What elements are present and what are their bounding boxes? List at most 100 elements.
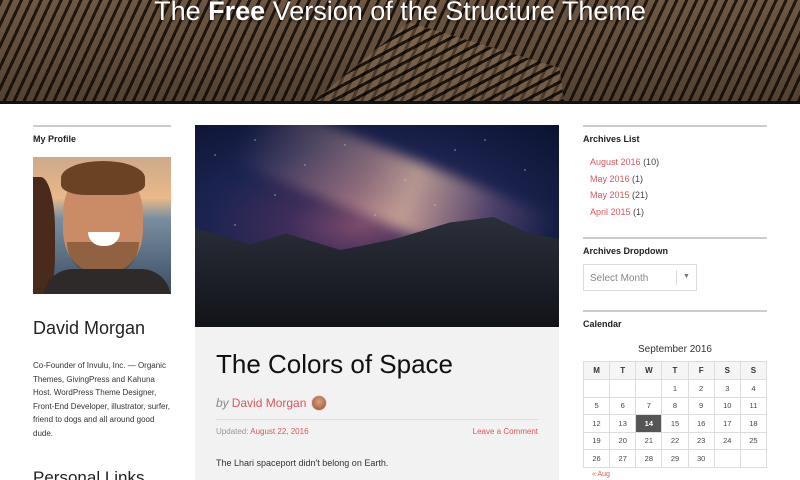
post-title[interactable]: The Colors of Space: [216, 349, 559, 380]
calendar-week-row: 26 27 28 29 30: [582, 449, 768, 468]
calendar-prev-link[interactable]: « Aug: [592, 471, 610, 478]
calendar-day: 29: [661, 449, 689, 468]
calendar-weekday-row: MTWTFSS: [582, 361, 768, 380]
updated-label: Updated:: [216, 427, 249, 436]
calendar-weekday: S: [739, 361, 768, 380]
calendar-day: 13: [609, 414, 637, 433]
site-title-bold: Free: [208, 0, 266, 26]
list-item: April 2015 (1): [590, 204, 767, 221]
calendar-day: 19: [582, 431, 611, 450]
calendar-day: 27: [609, 449, 637, 468]
profile-bio: Co-Founder of Invulu, Inc. — Organic The…: [33, 361, 170, 438]
right-sidebar: Archives List August 2016 (10) May 2016 …: [582, 125, 768, 478]
post-date-link[interactable]: August 22, 2016: [250, 427, 308, 436]
calendar-week-row: 5 6 7 8 9 10 11: [582, 396, 768, 415]
calendar-empty-cell: [635, 379, 663, 398]
select-divider: [676, 270, 677, 285]
post-meta: Updated: August 22, 2016 Leave a Comment: [216, 419, 538, 436]
author-link[interactable]: David Morgan: [232, 396, 307, 410]
archive-count: (1): [633, 206, 645, 217]
calendar-day: 11: [739, 396, 768, 415]
calendar-caption: September 2016: [638, 344, 712, 355]
post-excerpt: The Lhari spaceport didn't belong on Ear…: [216, 458, 389, 468]
calendar-weekday: T: [661, 361, 689, 380]
calendar-empty-cell: [739, 449, 768, 468]
personal-links-title: Personal Links: [33, 468, 145, 480]
calendar-empty-cell: [609, 379, 637, 398]
archive-link[interactable]: May 2016: [590, 174, 630, 184]
calendar-week-row: 12 13 14 15 16 17 18: [582, 414, 768, 433]
archives-month-select[interactable]: Select Month ▼: [583, 264, 697, 291]
left-sidebar: My Profile David Morgan Co-Founder of In…: [33, 125, 171, 480]
calendar-day: 23: [687, 431, 715, 450]
calendar-week-row: 19 20 21 22 23 24 25: [582, 431, 768, 450]
profile-photo: [33, 157, 171, 294]
photo-hair: [61, 161, 145, 195]
archives-dropdown-title: Archives Dropdown: [583, 237, 767, 256]
calendar-day: 14: [635, 414, 663, 433]
calendar-week-row: 1234: [582, 379, 768, 398]
archive-link[interactable]: May 2015: [590, 190, 630, 200]
profile-widget-title: My Profile: [33, 125, 171, 144]
site-title-suffix: Version of the Structure Theme: [265, 0, 646, 26]
photo-shirt: [43, 269, 171, 294]
leave-comment-link[interactable]: Leave a Comment: [473, 427, 538, 436]
calendar-title: Calendar: [583, 310, 767, 329]
updated-meta: Updated: August 22, 2016: [216, 427, 309, 436]
archive-link[interactable]: April 2015: [590, 207, 631, 217]
calendar-body: 1 2 3 4 5 6 7 8 9 10 11 12 13 14 15 16 17 18 19 20 21 22 23 24 2…: [582, 379, 768, 468]
calendar-day: 30: [687, 449, 715, 468]
post-card: The Colors of Space by David Morgan Upda…: [195, 125, 559, 480]
calendar-day: 16: [687, 414, 715, 433]
calendar-day: 1: [661, 379, 689, 398]
site-title-prefix: The: [154, 0, 209, 26]
calendar-day: 6: [609, 396, 637, 415]
calendar-weekday: M: [582, 361, 611, 380]
post-byline: by David Morgan: [216, 395, 559, 411]
calendar-day: 22: [661, 431, 689, 450]
list-item: May 2016 (1): [590, 171, 767, 188]
calendar-day: 5: [582, 396, 611, 415]
chevron-down-icon: ▼: [683, 273, 690, 280]
calendar-day: 3: [713, 379, 741, 398]
calendar-day: 9: [687, 396, 715, 415]
archive-count: (10): [643, 157, 660, 167]
calendar-day: 24: [713, 431, 741, 450]
calendar-day: 7: [635, 396, 663, 415]
calendar-day: 21: [635, 431, 663, 450]
archive-count: (21): [632, 190, 649, 200]
site-title[interactable]: The Free Version of the Structure Theme: [0, 0, 800, 26]
calendar-day: 2: [687, 379, 715, 398]
calendar-weekday: S: [713, 361, 741, 380]
calendar-day: 20: [609, 431, 637, 450]
site-header: The Free Version of the Structure Theme: [0, 0, 800, 104]
calendar-weekday: W: [635, 361, 663, 380]
calendar-day: 10: [713, 396, 741, 415]
list-item: May 2015 (21): [590, 187, 767, 204]
calendar-day: 18: [739, 414, 768, 433]
calendar-day: 15: [661, 414, 689, 433]
archive-link[interactable]: August 2016: [590, 157, 641, 167]
featured-image[interactable]: [195, 125, 559, 327]
byline-by: by: [216, 396, 229, 410]
author-avatar[interactable]: [311, 395, 328, 411]
calendar-nav: « Aug: [583, 471, 767, 478]
calendar-empty-cell: [582, 379, 611, 398]
archives-list: August 2016 (10) May 2016 (1) May 2015 (…: [583, 154, 767, 220]
calendar-weekday: T: [609, 361, 637, 380]
calendar-day: 28: [635, 449, 663, 468]
calendar-day: 26: [582, 449, 611, 468]
archive-count: (1): [632, 173, 644, 184]
calendar-empty-cell: [713, 449, 741, 468]
calendar-day: 8: [661, 396, 689, 415]
calendar-table: MTWTFSS 1 2 3 4 5 6 7 8 9 10 11 12 13 14 15 16 17 18 19 20 2…: [582, 361, 768, 468]
calendar-day: 17: [713, 414, 741, 433]
calendar-day: 25: [739, 431, 768, 450]
calendar-weekday: F: [687, 361, 715, 380]
calendar-day: 12: [582, 414, 611, 433]
profile-name: David Morgan: [33, 318, 146, 338]
select-value: Select Month: [590, 273, 649, 284]
archives-list-title: Archives List: [583, 125, 767, 144]
calendar-day: 4: [739, 379, 768, 398]
list-item: August 2016 (10): [590, 154, 767, 171]
